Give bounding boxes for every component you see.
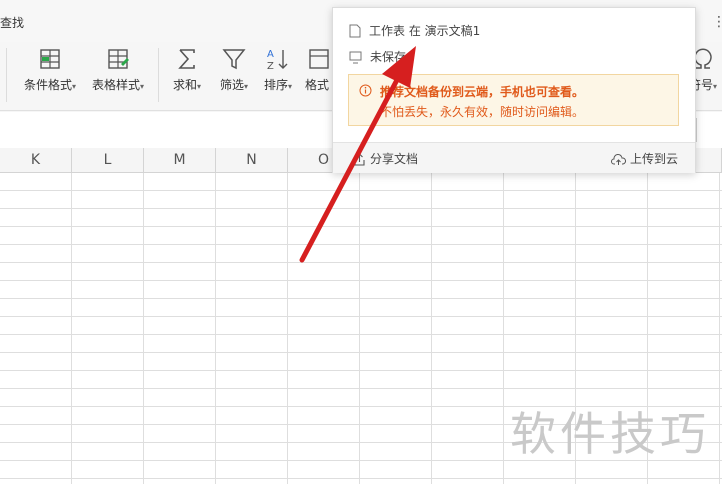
watermark-text: 软件技巧	[510, 407, 710, 461]
